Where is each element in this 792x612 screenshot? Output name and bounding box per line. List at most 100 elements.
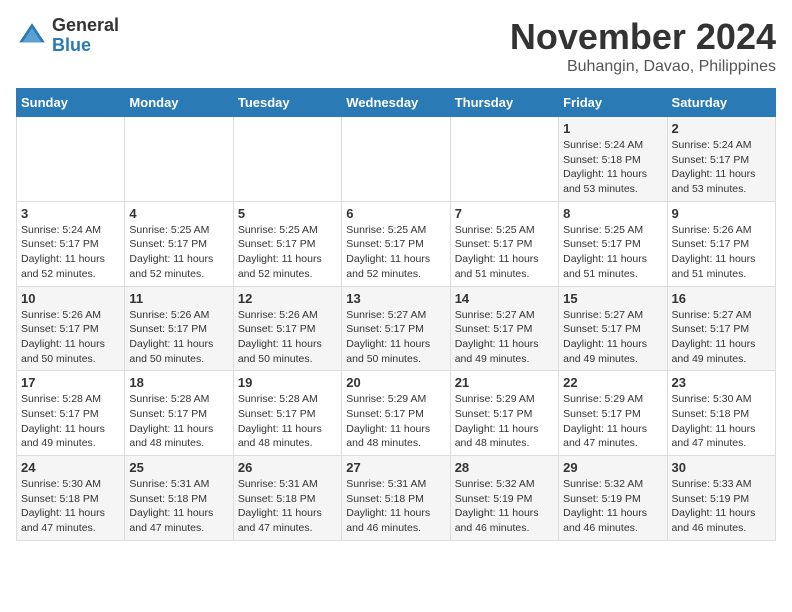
calendar-cell: 27Sunrise: 5:31 AMSunset: 5:18 PMDayligh… [342,456,450,541]
cell-info: Sunset: 5:18 PM [346,492,445,507]
day-number: 3 [21,206,120,221]
weekday-header: Tuesday [233,89,341,117]
cell-info: Daylight: 11 hours [672,422,771,437]
cell-info: Sunset: 5:17 PM [238,407,337,422]
calendar-cell [233,117,341,202]
cell-info: Daylight: 11 hours [455,422,554,437]
cell-info: Daylight: 11 hours [563,167,662,182]
cell-info: Sunset: 5:17 PM [21,322,120,337]
cell-info: and 48 minutes. [238,436,337,451]
day-number: 19 [238,375,337,390]
cell-info: and 46 minutes. [346,521,445,536]
cell-info: Sunrise: 5:28 AM [238,392,337,407]
cell-info: and 48 minutes. [129,436,228,451]
cell-info: and 51 minutes. [563,267,662,282]
cell-info: Sunrise: 5:29 AM [563,392,662,407]
cell-info: and 47 minutes. [563,436,662,451]
calendar-cell: 16Sunrise: 5:27 AMSunset: 5:17 PMDayligh… [667,286,775,371]
day-number: 23 [672,375,771,390]
cell-info: Daylight: 11 hours [21,252,120,267]
calendar-cell: 21Sunrise: 5:29 AMSunset: 5:17 PMDayligh… [450,371,558,456]
cell-info: Daylight: 11 hours [129,506,228,521]
cell-info: and 49 minutes. [672,352,771,367]
day-number: 7 [455,206,554,221]
cell-info: Sunrise: 5:29 AM [346,392,445,407]
cell-info: Sunset: 5:17 PM [129,322,228,337]
cell-info: Sunset: 5:17 PM [672,322,771,337]
cell-info: and 51 minutes. [672,267,771,282]
day-number: 13 [346,291,445,306]
cell-info: Sunset: 5:18 PM [672,407,771,422]
cell-info: Sunrise: 5:24 AM [672,138,771,153]
cell-info: Sunset: 5:18 PM [129,492,228,507]
weekday-header: Monday [125,89,233,117]
cell-info: Sunrise: 5:27 AM [563,308,662,323]
cell-info: and 46 minutes. [563,521,662,536]
day-number: 27 [346,460,445,475]
cell-info: and 50 minutes. [238,352,337,367]
cell-info: and 52 minutes. [238,267,337,282]
cell-info: Sunrise: 5:27 AM [455,308,554,323]
cell-info: Sunset: 5:17 PM [672,237,771,252]
cell-info: Daylight: 11 hours [238,252,337,267]
cell-info: and 50 minutes. [129,352,228,367]
page-header: General Blue November 2024 Buhangin, Dav… [16,16,776,76]
calendar-cell: 3Sunrise: 5:24 AMSunset: 5:17 PMDaylight… [17,201,125,286]
weekday-header: Saturday [667,89,775,117]
cell-info: Sunrise: 5:29 AM [455,392,554,407]
calendar-cell: 5Sunrise: 5:25 AMSunset: 5:17 PMDaylight… [233,201,341,286]
cell-info: Sunrise: 5:27 AM [346,308,445,323]
calendar-cell: 22Sunrise: 5:29 AMSunset: 5:17 PMDayligh… [559,371,667,456]
cell-info: Daylight: 11 hours [129,337,228,352]
cell-info: Sunrise: 5:26 AM [21,308,120,323]
cell-info: Sunset: 5:17 PM [346,407,445,422]
weekday-row: SundayMondayTuesdayWednesdayThursdayFrid… [17,89,776,117]
cell-info: Sunset: 5:17 PM [21,407,120,422]
cell-info: Sunrise: 5:27 AM [672,308,771,323]
calendar-table: SundayMondayTuesdayWednesdayThursdayFrid… [16,88,776,541]
cell-info: Sunset: 5:17 PM [238,322,337,337]
cell-info: Sunset: 5:18 PM [21,492,120,507]
day-number: 8 [563,206,662,221]
day-number: 24 [21,460,120,475]
logo-blue: Blue [52,36,119,56]
cell-info: Sunset: 5:17 PM [346,322,445,337]
cell-info: Sunrise: 5:26 AM [129,308,228,323]
calendar-cell: 14Sunrise: 5:27 AMSunset: 5:17 PMDayligh… [450,286,558,371]
calendar-cell [342,117,450,202]
cell-info: and 48 minutes. [346,436,445,451]
cell-info: and 49 minutes. [21,436,120,451]
cell-info: and 52 minutes. [346,267,445,282]
cell-info: Daylight: 11 hours [346,506,445,521]
cell-info: Sunset: 5:17 PM [563,237,662,252]
calendar-cell [125,117,233,202]
cell-info: Sunset: 5:17 PM [455,322,554,337]
calendar-cell: 10Sunrise: 5:26 AMSunset: 5:17 PMDayligh… [17,286,125,371]
calendar-cell [450,117,558,202]
calendar-cell: 26Sunrise: 5:31 AMSunset: 5:18 PMDayligh… [233,456,341,541]
day-number: 12 [238,291,337,306]
cell-info: Sunrise: 5:31 AM [129,477,228,492]
cell-info: Sunset: 5:17 PM [455,237,554,252]
calendar-cell: 4Sunrise: 5:25 AMSunset: 5:17 PMDaylight… [125,201,233,286]
calendar-cell: 13Sunrise: 5:27 AMSunset: 5:17 PMDayligh… [342,286,450,371]
logo-general: General [52,16,119,36]
calendar-cell: 30Sunrise: 5:33 AMSunset: 5:19 PMDayligh… [667,456,775,541]
cell-info: Daylight: 11 hours [21,506,120,521]
calendar-cell [17,117,125,202]
calendar-cell: 18Sunrise: 5:28 AMSunset: 5:17 PMDayligh… [125,371,233,456]
day-number: 15 [563,291,662,306]
cell-info: and 49 minutes. [563,352,662,367]
cell-info: Daylight: 11 hours [129,422,228,437]
cell-info: Sunrise: 5:32 AM [563,477,662,492]
cell-info: and 46 minutes. [455,521,554,536]
cell-info: Sunrise: 5:32 AM [455,477,554,492]
cell-info: Sunrise: 5:25 AM [346,223,445,238]
cell-info: and 48 minutes. [455,436,554,451]
day-number: 5 [238,206,337,221]
calendar-cell: 17Sunrise: 5:28 AMSunset: 5:17 PMDayligh… [17,371,125,456]
calendar-cell: 15Sunrise: 5:27 AMSunset: 5:17 PMDayligh… [559,286,667,371]
cell-info: Daylight: 11 hours [21,337,120,352]
cell-info: Sunset: 5:19 PM [672,492,771,507]
day-number: 20 [346,375,445,390]
